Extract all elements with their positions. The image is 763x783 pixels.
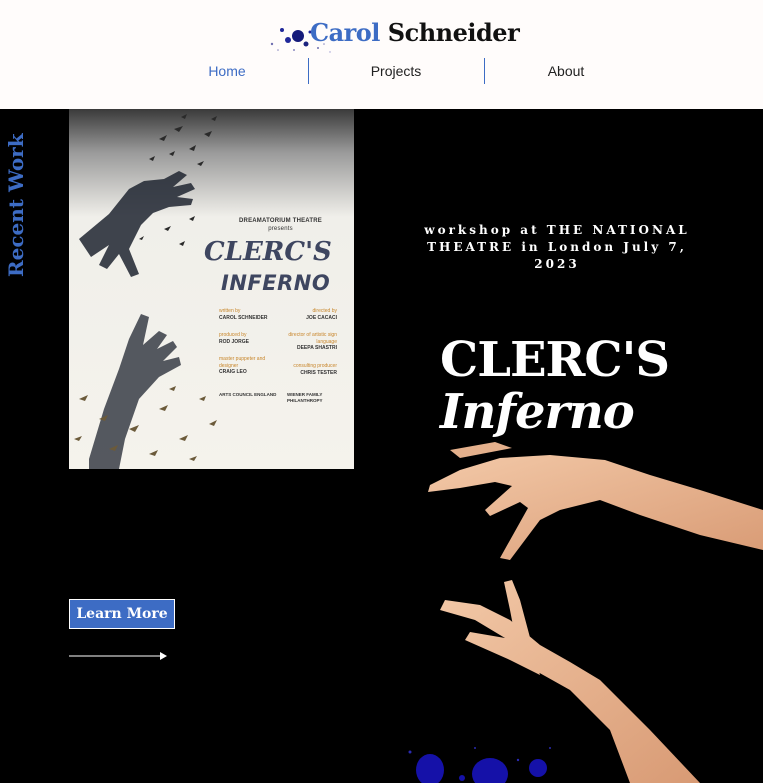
logo-text: Carol Schneider bbox=[310, 18, 520, 47]
poster-credit: produced by ROD JORGE bbox=[219, 332, 250, 345]
site-logo[interactable]: Carol Schneider bbox=[258, 14, 520, 58]
poster-credit: consulting producer CHRIS TESTER bbox=[293, 363, 337, 376]
section-label: Recent Work bbox=[4, 133, 28, 277]
nav-divider bbox=[484, 58, 485, 84]
poster-credit: director of artistic sign language DEEPA … bbox=[288, 332, 337, 351]
arrow-right-icon[interactable] bbox=[69, 650, 169, 662]
feature-title-line1: CLERC'S bbox=[440, 332, 670, 388]
hands-image bbox=[428, 442, 763, 783]
logo-first-name: Carol bbox=[310, 18, 380, 47]
nav-home[interactable]: Home bbox=[168, 58, 286, 84]
poster-credit: master puppeter and designer CRAIG LEO bbox=[219, 356, 266, 375]
poster-title-line2: INFERNO bbox=[221, 271, 331, 295]
nav-about[interactable]: About bbox=[507, 58, 625, 84]
ink-splash-icon bbox=[408, 747, 551, 783]
funder-arts-council: ARTS COUNCIL ENGLAND bbox=[219, 392, 277, 397]
poster-title-line1: CLERC'S bbox=[204, 237, 332, 267]
site-header: Carol Schneider Home Projects About bbox=[0, 0, 763, 109]
poster-credit: written by CAROL SCHNEIDER bbox=[219, 308, 268, 321]
poster-presenter: DREAMATORIUM THEATRE presents bbox=[239, 218, 322, 232]
funder-wiener-family: WIENER FAMILY PHILANTHROPY bbox=[287, 392, 323, 403]
nav-divider bbox=[308, 58, 309, 84]
nav-projects[interactable]: Projects bbox=[337, 58, 455, 84]
poster-credit: directed by JOE CACACI bbox=[306, 308, 337, 321]
show-poster-image: DREAMATORIUM THEATRE presents CLERC'S INF… bbox=[69, 109, 354, 469]
logo-last-name: Schneider bbox=[387, 18, 520, 47]
workshop-info: workshop at THE NATIONAL THEATRE in Lond… bbox=[424, 223, 690, 271]
learn-more-button[interactable]: Learn More bbox=[69, 599, 175, 629]
